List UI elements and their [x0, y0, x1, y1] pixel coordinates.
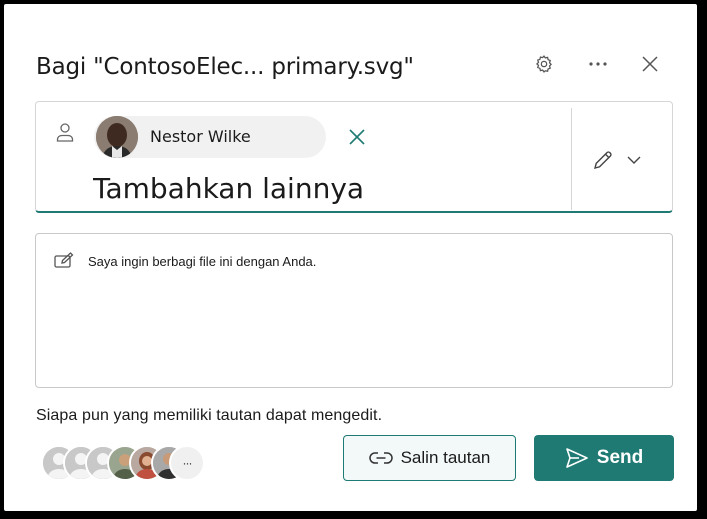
- chevron-down-icon: [627, 156, 641, 164]
- send-icon: [565, 448, 588, 468]
- send-label: Send: [596, 447, 644, 468]
- permission-dropdown[interactable]: [591, 142, 657, 178]
- divider: [571, 108, 572, 210]
- avatar: [96, 116, 138, 158]
- close-icon: [642, 56, 658, 72]
- person-icon: [56, 123, 74, 142]
- link-permission-text[interactable]: Siapa pun yang memiliki tautan dapat men…: [36, 407, 382, 425]
- close-button[interactable]: [636, 50, 664, 78]
- recipients-field[interactable]: Nestor Wilke: [35, 101, 673, 213]
- share-dialog: Bagi "ContosoElec... primary.svg" Nestor…: [4, 4, 697, 511]
- more-icon: [589, 62, 607, 66]
- pencil-icon: [594, 151, 612, 169]
- remove-recipient-button[interactable]: [344, 124, 370, 150]
- message-text: Saya ingin berbagi file ini dengan Anda.: [88, 254, 317, 269]
- message-field[interactable]: Saya ingin berbagi file ini dengan Anda.: [35, 233, 673, 388]
- more-icon: ···: [182, 456, 193, 470]
- close-icon: [349, 129, 365, 145]
- recipient-name: Nestor Wilke: [150, 127, 251, 146]
- send-button[interactable]: Send: [534, 435, 674, 481]
- more-options-button[interactable]: [584, 50, 612, 78]
- edit-message-icon: [54, 252, 74, 268]
- add-more-input[interactable]: [93, 172, 553, 205]
- recipient-chip[interactable]: Nestor Wilke: [94, 116, 365, 158]
- gear-icon: [536, 55, 552, 73]
- copy-link-label: Salin tautan: [400, 448, 491, 467]
- copy-link-button[interactable]: Salin tautan: [343, 435, 516, 481]
- more-people-button[interactable]: ···: [169, 445, 205, 481]
- settings-button[interactable]: [530, 50, 558, 78]
- link-icon: [368, 452, 393, 464]
- dialog-title: Bagi "ContosoElec... primary.svg": [36, 54, 414, 80]
- shared-with-avatars[interactable]: ···: [41, 445, 241, 481]
